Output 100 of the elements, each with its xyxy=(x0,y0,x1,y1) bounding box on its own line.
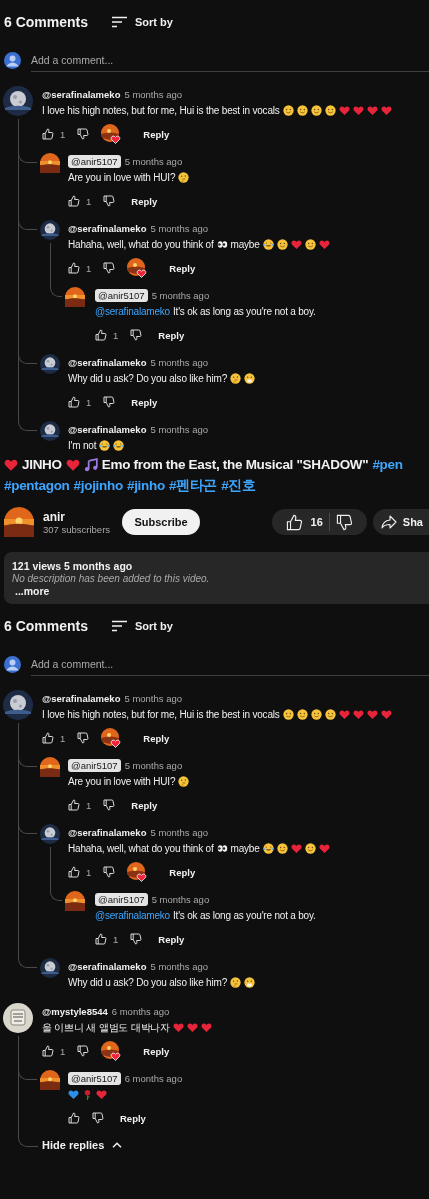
dislike-button[interactable] xyxy=(92,1112,104,1124)
avatar[interactable] xyxy=(40,421,60,441)
reply-button[interactable]: Reply xyxy=(143,128,170,140)
description-panel[interactable]: 121 views 5 months ago No description has been added to this video. ...more xyxy=(4,552,429,604)
reply-button[interactable]: Reply xyxy=(143,1045,170,1057)
mention-link[interactable]: @serafinalameko xyxy=(95,910,170,921)
thumbs-up-icon xyxy=(68,396,80,408)
comment-author[interactable]: @serafinalameko xyxy=(68,356,147,368)
dislike-button[interactable] xyxy=(130,329,143,341)
comment-author[interactable]: @serafinalameko xyxy=(68,423,147,435)
comment-author[interactable]: @anir5107 xyxy=(95,288,148,302)
share-button[interactable]: Sha xyxy=(372,509,429,535)
reply-button[interactable]: Reply xyxy=(169,262,196,274)
thumbs-up-icon xyxy=(42,128,54,140)
dislike-button[interactable] xyxy=(103,799,116,811)
like-button[interactable]: 1 xyxy=(68,262,92,274)
comment-time[interactable]: 6 months ago xyxy=(111,1005,170,1017)
dislike-button[interactable] xyxy=(103,195,116,207)
avatar[interactable] xyxy=(40,757,60,777)
comment-input-field[interactable]: Add a comment... xyxy=(31,652,429,676)
hide-replies-button[interactable]: Hide replies xyxy=(42,1139,123,1151)
hashtag-link[interactable]: #jojinho xyxy=(73,478,123,493)
comment-author[interactable]: @mystyle8544 xyxy=(42,1005,108,1017)
reply-button[interactable]: Reply xyxy=(131,799,158,811)
comment-author[interactable]: @serafinalameko xyxy=(68,826,147,838)
like-button[interactable] xyxy=(68,1112,80,1124)
subscribe-button[interactable]: Subscribe xyxy=(122,509,200,535)
hashtag-link[interactable]: #pen xyxy=(372,457,403,472)
like-button[interactable]: 1 xyxy=(42,732,66,744)
comment-input-field[interactable]: Add a comment... xyxy=(31,48,429,72)
comment-time[interactable]: 5 months ago xyxy=(124,88,183,100)
like-button[interactable]: 1 xyxy=(68,799,92,811)
avatar[interactable] xyxy=(65,891,85,911)
avatar[interactable] xyxy=(40,1070,60,1090)
comment-time[interactable]: 5 months ago xyxy=(150,960,209,972)
avatar[interactable] xyxy=(3,690,33,720)
channel-avatar[interactable] xyxy=(4,507,34,537)
share-icon xyxy=(380,515,397,529)
like-button[interactable]: 1 xyxy=(68,866,92,878)
like-button[interactable]: 1 xyxy=(95,329,119,341)
comment-author[interactable]: @serafinalameko xyxy=(68,222,147,234)
comment-author[interactable]: @serafinalameko xyxy=(42,692,121,704)
hashtag-link[interactable]: #펜타곤 xyxy=(168,476,218,495)
hashtag-link[interactable]: #pentagon xyxy=(4,478,70,493)
like-button[interactable]: 1 xyxy=(68,195,92,207)
like-button[interactable]: 1 xyxy=(68,396,92,408)
reply-button[interactable]: Reply xyxy=(131,396,158,408)
dislike-button[interactable] xyxy=(130,933,143,945)
avatar[interactable] xyxy=(3,86,33,116)
comment-author[interactable]: @anir5107 xyxy=(68,154,121,168)
sort-button[interactable]: Sort by xyxy=(112,16,173,28)
comment-author[interactable]: @serafinalameko xyxy=(68,960,147,972)
comment-author[interactable]: @serafinalameko xyxy=(42,88,121,100)
comment-time[interactable]: 5 months ago xyxy=(124,759,183,771)
dislike-button[interactable] xyxy=(103,396,116,408)
reply-button[interactable]: Reply xyxy=(169,866,196,878)
avatar[interactable] xyxy=(65,287,85,307)
like-button[interactable]: 1 xyxy=(95,933,119,945)
channel-name[interactable]: anir xyxy=(43,509,120,524)
sort-button[interactable]: Sort by xyxy=(112,620,173,632)
comment-time[interactable]: 5 months ago xyxy=(124,692,183,704)
reply-button[interactable]: Reply xyxy=(143,732,170,744)
comment-time[interactable]: 5 months ago xyxy=(151,289,210,301)
hashtag-link[interactable]: #진호 xyxy=(221,476,256,495)
dislike-button[interactable] xyxy=(77,128,90,140)
comment-time[interactable]: 5 months ago xyxy=(150,826,209,838)
avatar[interactable] xyxy=(40,824,60,844)
avatar[interactable] xyxy=(40,958,60,978)
reply-button[interactable]: Reply xyxy=(131,195,158,207)
more-link[interactable]: ...more xyxy=(15,585,50,597)
hashtag-link[interactable]: #jinho xyxy=(126,478,165,493)
subscriber-count: 307 subscribers xyxy=(43,523,112,535)
comment-author[interactable]: @anir5107 xyxy=(95,892,148,906)
like-button[interactable]: 1 xyxy=(42,1045,66,1057)
mention-link[interactable]: @serafinalameko xyxy=(95,306,170,317)
comment-time[interactable]: 5 months ago xyxy=(150,423,209,435)
thumbs-up-icon xyxy=(285,513,303,531)
comment-author[interactable]: @anir5107 xyxy=(68,1071,121,1085)
like-button[interactable]: 1 xyxy=(42,128,66,140)
like-button[interactable]: 16 xyxy=(279,513,329,531)
avatar[interactable] xyxy=(40,354,60,374)
dislike-button[interactable] xyxy=(103,262,116,274)
reply-button[interactable]: Reply xyxy=(120,1112,146,1124)
reply-button[interactable]: Reply xyxy=(158,933,185,945)
like-count: 1 xyxy=(86,799,92,811)
comment-time[interactable]: 5 months ago xyxy=(150,356,209,368)
avatar[interactable] xyxy=(40,220,60,240)
comment-time[interactable]: 5 months ago xyxy=(150,222,209,234)
comment-time[interactable]: 5 months ago xyxy=(124,155,183,167)
thumbs-up-icon xyxy=(68,799,80,811)
thumbs-down-icon xyxy=(103,799,116,811)
reply-button[interactable]: Reply xyxy=(158,329,185,341)
dislike-button[interactable] xyxy=(77,1045,90,1057)
avatar[interactable] xyxy=(40,153,60,173)
dislike-button[interactable] xyxy=(77,732,90,744)
avatar[interactable] xyxy=(3,1003,33,1033)
dislike-button[interactable] xyxy=(103,866,116,878)
comment-time[interactable]: 5 months ago xyxy=(151,893,210,905)
comment-time[interactable]: 6 months ago xyxy=(124,1072,183,1084)
comment-author[interactable]: @anir5107 xyxy=(68,758,121,772)
